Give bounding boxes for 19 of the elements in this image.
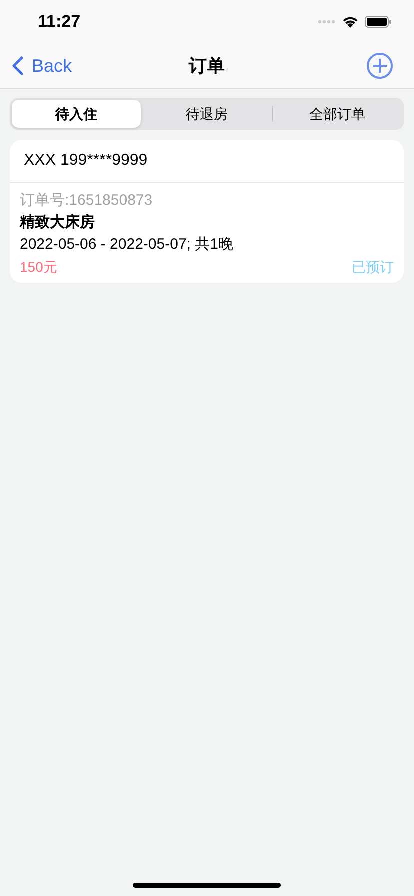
wifi-icon: [342, 16, 359, 28]
chevron-left-icon: [12, 56, 24, 76]
price: 150元: [20, 258, 58, 277]
plus-circle-icon: [366, 52, 394, 80]
back-button[interactable]: Back: [12, 52, 72, 80]
segment-tab[interactable]: 待退房: [142, 100, 272, 128]
status-time: 11:27: [38, 11, 81, 34]
order-number: 订单号:1651850873: [20, 191, 153, 211]
stay-dates: 2022-05-06 - 2022-05-07; 共1晚: [20, 235, 234, 255]
segment-tab[interactable]: 待入住: [12, 100, 142, 128]
nav-title: 订单: [189, 54, 225, 78]
add-button[interactable]: [366, 52, 394, 80]
order-card[interactable]: XXX 199****9999 订单号:1651850873 精致大床房 2022-05-06 - 2022-05-07; 共1晚 150元 已预订: [10, 140, 404, 283]
room-type: 精致大床房: [20, 213, 95, 233]
segment-tab[interactable]: 全部订单: [272, 100, 402, 128]
battery-icon: [365, 16, 392, 28]
guest-name-phone: XXX 199****9999: [24, 151, 148, 171]
signal-icon: [318, 20, 336, 24]
order-status: 已预订: [352, 258, 394, 277]
